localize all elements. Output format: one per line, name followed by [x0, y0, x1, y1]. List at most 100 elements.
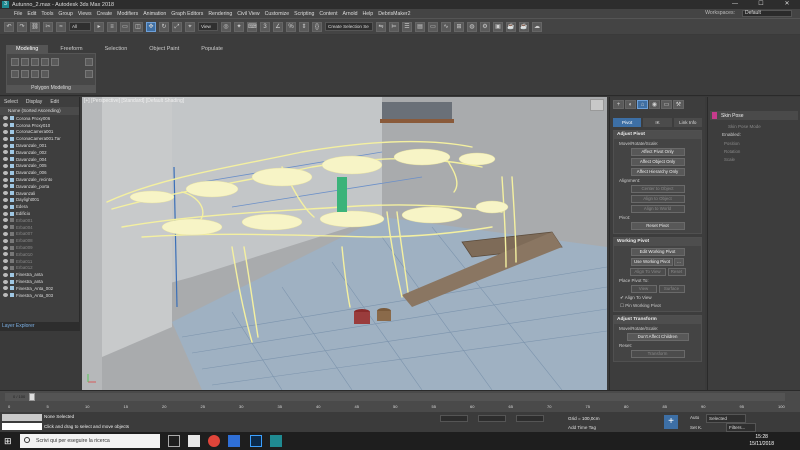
skin-pose-header[interactable]: Skin Pose [710, 111, 798, 120]
reference-coord-dropdown[interactable]: View [198, 22, 218, 31]
list-item[interactable]: Edificio [0, 210, 79, 217]
visibility-eye-icon[interactable] [3, 143, 8, 148]
maximize-button[interactable]: ☐ [748, 0, 774, 9]
element-icon[interactable] [11, 70, 19, 78]
list-item[interactable]: Davanzale_recinto [0, 176, 79, 183]
key-filters-button[interactable]: Filters... [726, 423, 756, 432]
schematic-view-icon[interactable]: ⊞ [454, 21, 464, 32]
key-filter-dropdown[interactable]: Selected [706, 414, 746, 423]
viewcube[interactable] [590, 99, 604, 111]
selection-filter-dropdown[interactable]: All [69, 22, 91, 31]
angle-snap-icon[interactable]: ∠ [273, 21, 283, 32]
menu-edit[interactable]: Edit [27, 11, 36, 17]
polygon-modeling-label[interactable]: Polygon Modeling [7, 85, 95, 92]
list-item[interactable]: Davanzale_001 [0, 142, 79, 149]
list-item[interactable]: Edera [0, 203, 79, 210]
create-tab-icon[interactable]: + [613, 100, 624, 109]
minimize-button[interactable]: — [722, 0, 748, 9]
visibility-eye-icon[interactable] [3, 279, 8, 284]
system-clock[interactable]: 15:28 15/11/2018 [749, 434, 774, 448]
align-icon[interactable]: ⊨ [389, 21, 399, 32]
dont-affect-children-button[interactable]: Don't Affect Children [626, 333, 689, 341]
menu-modifiers[interactable]: Modifiers [117, 11, 138, 17]
layer-explorer-label[interactable]: Layer Explorer [0, 322, 80, 331]
toggle-ribbon-icon[interactable]: ▭ [428, 21, 438, 32]
list-item[interactable]: Davanzale_006 [0, 169, 79, 176]
menu-views[interactable]: Views [78, 11, 92, 17]
visibility-eye-icon[interactable] [3, 197, 8, 202]
render-cloud-icon[interactable]: ☁ [532, 21, 542, 32]
list-item[interactable]: Corona Proxy006 [0, 115, 79, 122]
collapse-stack-icon[interactable] [85, 58, 93, 66]
visibility-eye-icon[interactable] [3, 163, 8, 168]
mirror-icon[interactable]: ⇋ [376, 21, 386, 32]
list-item[interactable]: Erba001 [0, 217, 79, 224]
position-checkbox[interactable]: Position [724, 141, 800, 146]
x-coord-field[interactable] [440, 415, 468, 422]
motion-tab-icon[interactable]: ◉ [649, 100, 660, 109]
menu-rendering[interactable]: Rendering [208, 11, 232, 17]
align-to-world-button[interactable]: Align to World [630, 205, 685, 213]
visibility-eye-icon[interactable] [3, 293, 8, 298]
time-slider-knob[interactable] [29, 393, 35, 401]
menu-arnold[interactable]: Arnold [343, 11, 358, 17]
border-icon[interactable] [41, 58, 49, 66]
material-editor-icon[interactable]: ◍ [467, 21, 477, 32]
unlink-icon[interactable]: ✂ [43, 21, 53, 32]
task-view-icon[interactable] [168, 435, 180, 447]
list-item[interactable]: Davanzali [0, 190, 79, 197]
menu-file[interactable]: File [14, 11, 22, 17]
visibility-eye-icon[interactable] [3, 252, 8, 257]
spinner-snap-icon[interactable]: ⇕ [299, 21, 309, 32]
visibility-eye-icon[interactable] [3, 286, 8, 291]
show-end-result-icon[interactable] [85, 70, 93, 78]
visibility-eye-icon[interactable] [3, 218, 8, 223]
visibility-eye-icon[interactable] [3, 129, 8, 134]
edit-working-pivot-button[interactable]: Edit Working Pivot [630, 248, 685, 256]
previous-modifier-icon[interactable] [31, 70, 39, 78]
pivot-center-icon[interactable]: ◎ [221, 21, 231, 32]
menu-scripting[interactable]: Scripting [294, 11, 314, 17]
se-menu-display[interactable]: Display [26, 99, 42, 105]
modify-tab-icon[interactable]: ◐ [625, 100, 636, 109]
undo-icon[interactable]: ↶ [4, 21, 14, 32]
display-tab-icon[interactable]: ▭ [661, 100, 672, 109]
se-menu-select[interactable]: Select [4, 99, 18, 105]
view-button[interactable]: View [630, 285, 657, 293]
tab-modeling[interactable]: Modeling [6, 45, 49, 53]
reset-pivot-button[interactable]: Reset Pivot [630, 222, 685, 230]
menu-create[interactable]: Create [97, 11, 113, 17]
bind-spacewarp-icon[interactable]: ≈ [56, 21, 66, 32]
transform-button[interactable]: Transform [630, 350, 685, 358]
utilities-tab-icon[interactable]: ⚒ [673, 100, 684, 109]
viewport-label[interactable]: [+] [Perspective] [Standard] [Default Sh… [84, 98, 184, 104]
link-icon[interactable]: ⛓ [30, 21, 40, 32]
visibility-eye-icon[interactable] [3, 150, 8, 155]
auto-key-button[interactable]: Auto [690, 415, 699, 420]
select-object-icon[interactable]: ▸ [94, 21, 104, 32]
affect-hierarchy-only-button[interactable]: Affect Hierarchy Only [630, 168, 685, 176]
maxscript-listener[interactable] [2, 414, 42, 421]
working-pivot-title[interactable]: Working Pivot [614, 238, 701, 246]
visibility-eye-icon[interactable] [3, 191, 8, 196]
windows-start-icon[interactable]: ⊞ [4, 436, 14, 446]
subtab-link-info[interactable]: Link Info [673, 118, 702, 127]
adjust-pivot-title[interactable]: Adjust Pivot [614, 131, 701, 139]
align-to-view-button[interactable]: Align To View [629, 268, 666, 276]
subtab-ik[interactable]: IK [643, 118, 672, 127]
list-item[interactable]: Finestra_anta [0, 278, 79, 285]
visibility-eye-icon[interactable] [3, 136, 8, 141]
tab-freeform[interactable]: Freeform [50, 45, 92, 53]
polygon-icon[interactable] [51, 58, 59, 66]
surface-button[interactable]: Surface [658, 285, 685, 293]
place-icon[interactable]: ⌖ [185, 21, 195, 32]
vertex-icon[interactable] [21, 58, 29, 66]
list-item[interactable]: Davanzale_porta [0, 183, 79, 190]
subtab-pivot[interactable]: Pivot [613, 118, 642, 127]
menu-civil-view[interactable]: Civil View [237, 11, 259, 17]
render-active-icon[interactable]: ☕ [519, 21, 529, 32]
visibility-eye-icon[interactable] [3, 272, 8, 277]
rendered-frame-window-icon[interactable]: ▣ [493, 21, 503, 32]
rotation-checkbox[interactable]: Rotation [724, 149, 800, 154]
z-coord-field[interactable] [516, 415, 544, 422]
